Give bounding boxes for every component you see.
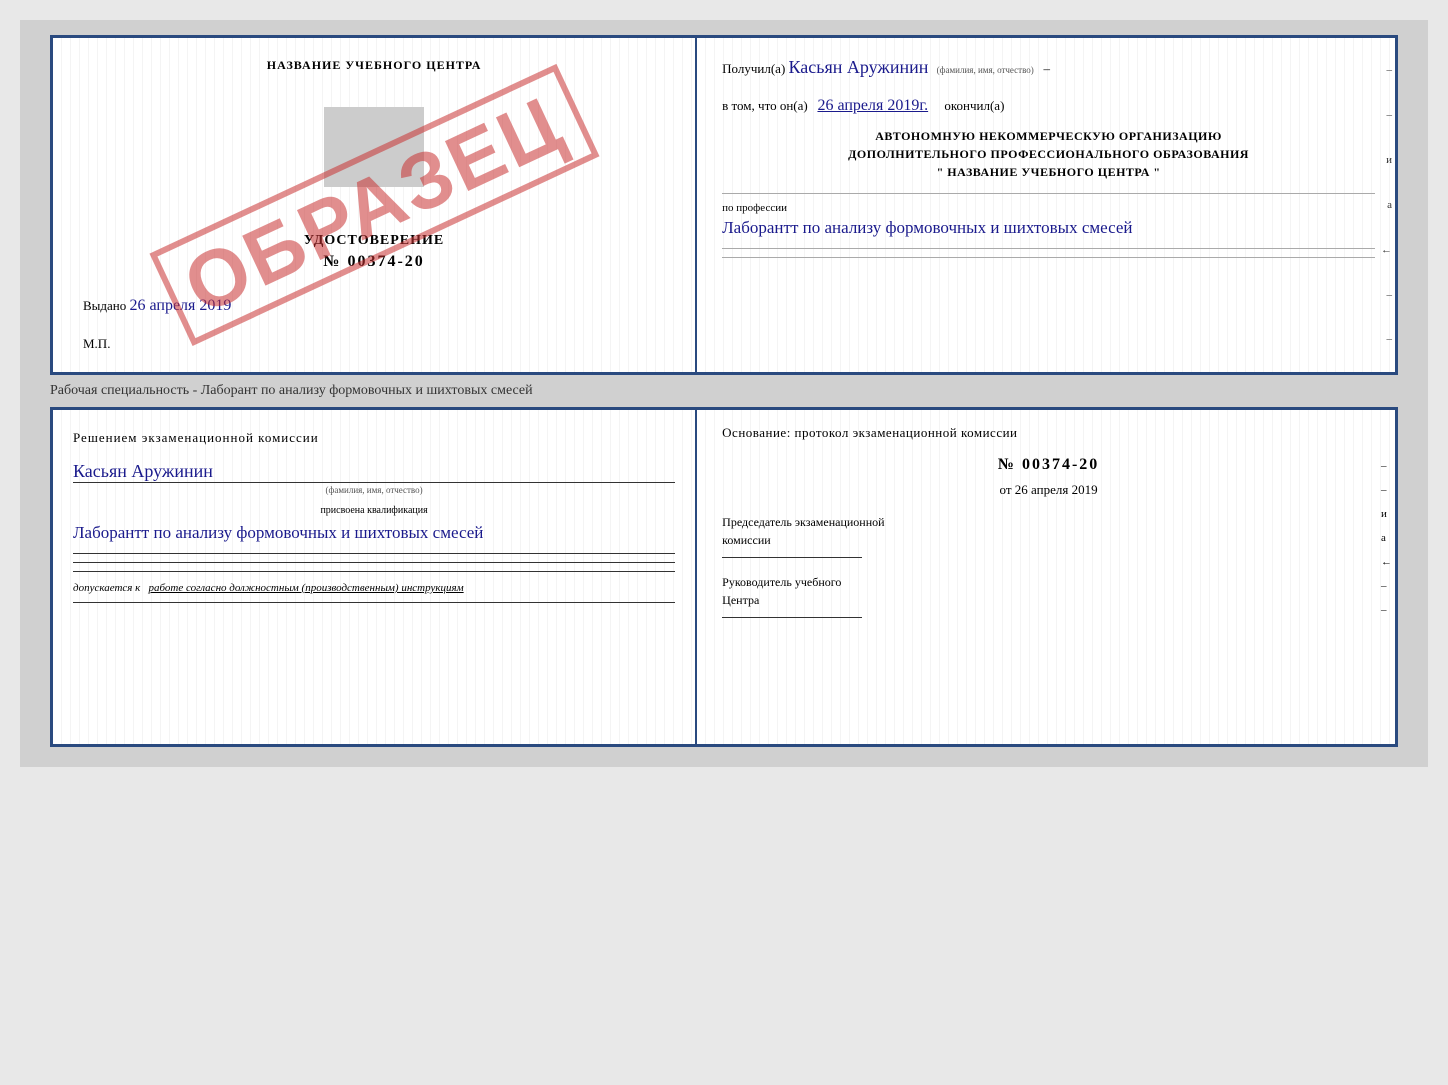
professii-block: по профессии Лаборантт по анализу формов… — [722, 202, 1375, 240]
line-sep-3 — [73, 571, 675, 572]
protocol-number: № 00374-20 — [722, 456, 1375, 474]
predsedatel-block: Председатель экзаменационной комиссии — [722, 513, 1375, 558]
poluchil-label: Получил(а) — [722, 61, 785, 76]
bottom-certificate: Решением экзаменационной комиссии Касьян… — [50, 407, 1398, 747]
predsedatel-line1: Председатель экзаменационной — [722, 513, 1375, 531]
fio-line-bottom: Касьян Аружинин — [73, 461, 675, 483]
poluchil-line: Получил(а) Касьян Аружинин (фамилия, имя… — [722, 53, 1375, 82]
vtom-line: в том, что он(а) 26 апреля 2019г. окончи… — [722, 97, 1375, 115]
page-wrapper: НАЗВАНИЕ УЧЕБНОГО ЦЕНТРА ОБРАЗЕЦ УДОСТОВ… — [20, 20, 1428, 767]
vydano-label: Выдано — [83, 298, 126, 313]
predsedatel-line2: комиссии — [722, 531, 1375, 549]
org-line2: ДОПОЛНИТЕЛЬНОГО ПРОФЕССИОНАЛЬНОГО ОБРАЗО… — [722, 145, 1375, 163]
ot-date: 26 апреля 2019 — [1015, 482, 1098, 497]
osnovaniye-title: Основание: протокол экзаменационной коми… — [722, 425, 1375, 441]
udostoverenie-label: УДОСТОВЕРЕНИЕ — [304, 233, 444, 249]
vtom-label: в том, что он(а) — [722, 98, 808, 113]
predsedatel-sig-line — [722, 557, 862, 558]
udostoverenie-box: УДОСТОВЕРЕНИЕ № 00374-20 — [304, 233, 444, 271]
dopuskaetsya-block: допускается к работе согласно должностны… — [73, 582, 675, 594]
kvali-text: Лаборантт по анализу формовочных и шихто… — [73, 523, 483, 542]
ot-label: от — [1000, 482, 1012, 497]
fio-sub-bottom: (фамилия, имя, отчество) — [73, 485, 675, 495]
line-sep-2 — [73, 562, 675, 563]
specialty-label: Рабочая специальность - Лаборант по анал… — [50, 383, 533, 398]
professii-label: по профессии — [722, 202, 1375, 214]
right-marks-bottom: – – и а ← – – — [1381, 460, 1392, 616]
prisvoena-label: присвоена квалификация — [73, 505, 675, 516]
cert-top-left: НАЗВАНИЕ УЧЕБНОГО ЦЕНТРА ОБРАЗЕЦ УДОСТОВ… — [53, 38, 697, 372]
kvali-fio: Касьян Аружинин (фамилия, имя, отчество) — [73, 461, 675, 495]
dopuskaetsya-label: допускается к — [73, 582, 140, 594]
org-line3: " НАЗВАНИЕ УЧЕБНОГО ЦЕНТРА " — [722, 163, 1375, 181]
okonchil-label: окончил(а) — [944, 98, 1004, 113]
cert-bottom-left: Решением экзаменационной комиссии Касьян… — [53, 410, 697, 744]
resheniem-title: Решением экзаменационной комиссии — [73, 430, 675, 446]
right-lines-top: – – и а ← – – — [1370, 38, 1395, 372]
photo-placeholder — [324, 107, 424, 187]
mp-line: М.П. — [73, 336, 675, 352]
ot-date-block: от 26 апреля 2019 — [722, 482, 1375, 498]
vtom-date: 26 апреля 2019г. — [817, 97, 928, 114]
bottom-fio: Касьян Аружинин — [73, 461, 213, 481]
top-certificate: НАЗВАНИЕ УЧЕБНОГО ЦЕНТРА ОБРАЗЕЦ УДОСТОВ… — [50, 35, 1398, 375]
org-line1: АВТОНОМНУЮ НЕКОММЕРЧЕСКУЮ ОРГАНИЗАЦИЮ — [722, 127, 1375, 145]
dopusk-text: работе согласно должностным (производств… — [149, 582, 464, 594]
cert-number-top: № 00374-20 — [323, 253, 424, 270]
fio-sub-top: (фамилия, имя, отчество) — [937, 65, 1034, 75]
prisvoena-block: присвоена квалификация Лаборантт по анал… — [73, 505, 675, 545]
spacer-label: Рабочая специальность - Лаборант по анал… — [50, 375, 1398, 407]
vydano-line: Выдано 26 апреля 2019 — [73, 287, 675, 320]
rukovoditel-sig-line — [722, 617, 862, 618]
cert-bottom-right: Основание: протокол экзаменационной коми… — [697, 410, 1395, 744]
mp-label: М.П. — [83, 336, 110, 351]
rukovoditel-block: Руководитель учебного Центра — [722, 573, 1375, 618]
vydano-date: 26 апреля 2019 — [130, 297, 232, 314]
professii-text: Лаборантт по анализу формовочных и шихто… — [722, 216, 1375, 240]
line-sep-4 — [73, 602, 675, 603]
org-block: АВТОНОМНУЮ НЕКОММЕРЧЕСКУЮ ОРГАНИЗАЦИЮ ДО… — [722, 127, 1375, 181]
line-sep-1 — [73, 553, 675, 554]
poluchil-fio: Касьян Аружинин — [789, 57, 929, 77]
center-title-top: НАЗВАНИЕ УЧЕБНОГО ЦЕНТРА — [267, 58, 482, 73]
rukovoditel-line2: Центра — [722, 591, 1375, 609]
cert-top-right: Получил(а) Касьян Аружинин (фамилия, имя… — [697, 38, 1395, 372]
rukovoditel-line1: Руководитель учебного — [722, 573, 1375, 591]
